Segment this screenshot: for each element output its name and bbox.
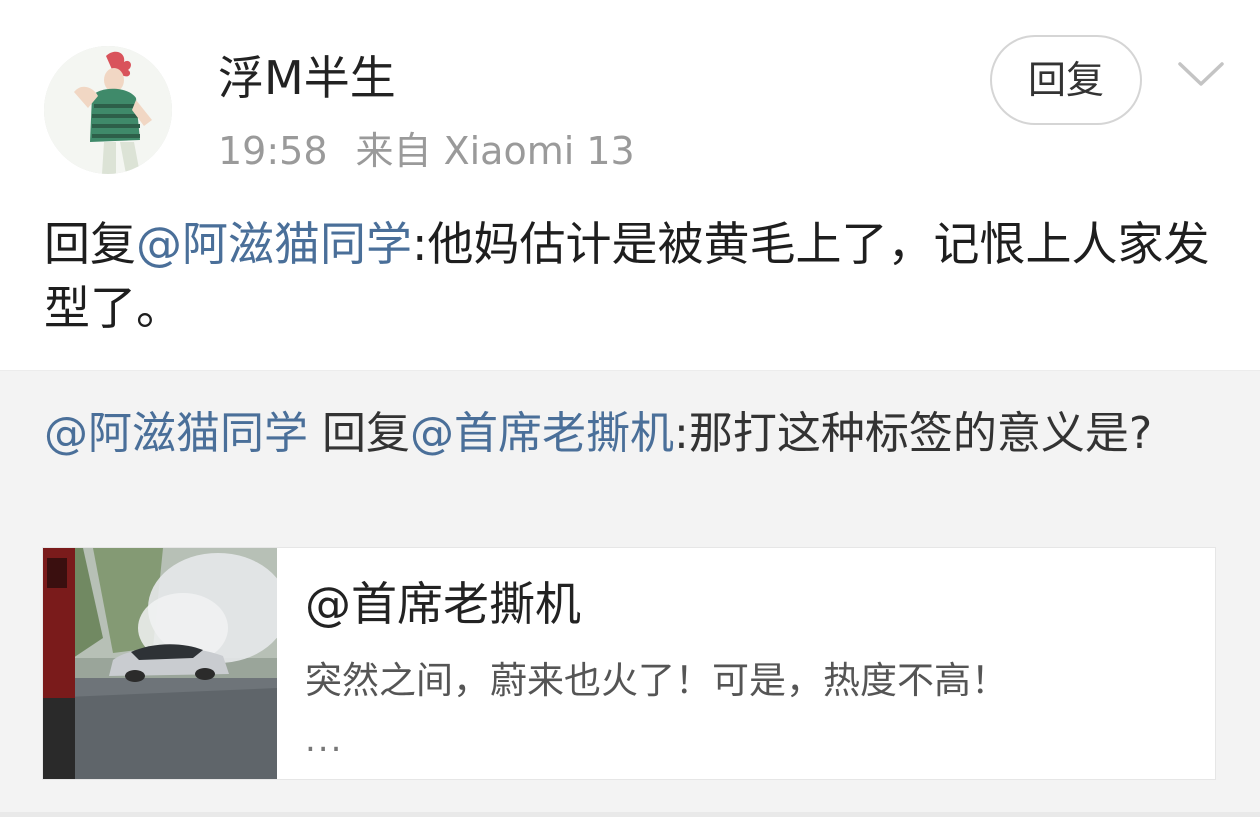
post-source: 来自 Xiaomi 13 xyxy=(355,129,635,173)
username[interactable]: 浮M半生 xyxy=(218,48,396,108)
reply-prefix: 回复 xyxy=(44,217,136,271)
mention-link[interactable]: @阿滋猫同学 xyxy=(136,217,412,271)
linked-post-card[interactable]: @首席老撕机 突然之间，蔚来也火了！可是，热度不高！ ... xyxy=(42,547,1216,780)
car-smoke-image-icon xyxy=(43,548,277,779)
post-time: 19:58 xyxy=(218,129,328,173)
quoted-mention-link[interactable]: @首席老撕机 xyxy=(410,408,674,459)
card-title[interactable]: @首席老撕机 xyxy=(305,574,581,634)
quoted-body: :那打这种标签的意义是? xyxy=(674,408,1153,459)
chevron-down-icon[interactable] xyxy=(1176,56,1226,92)
avatar-character-icon xyxy=(44,46,172,174)
divider xyxy=(0,812,1260,817)
avatar[interactable] xyxy=(44,46,172,174)
quoted-text: @阿滋猫同学 回复@首席老撕机:那打这种标签的意义是? xyxy=(44,403,1224,465)
quoted-post-panel[interactable]: @阿滋猫同学 回复@首席老撕机:那打这种标签的意义是? @首席老撕机 突然之间，… xyxy=(0,370,1260,813)
card-more-indicator: ... xyxy=(305,720,344,760)
quoted-reply-word: 回复 xyxy=(322,408,410,459)
reply-button[interactable]: 回复 xyxy=(990,35,1142,125)
card-description: 突然之间，蔚来也火了！可是，热度不高！ xyxy=(305,659,1008,702)
post-content: 回复@阿滋猫同学:他妈估计是被黄毛上了，记恨上人家发型了。 xyxy=(44,212,1224,340)
card-thumbnail xyxy=(43,548,277,779)
post-meta: 19:58 来自 Xiaomi 13 xyxy=(218,126,635,176)
quoted-author-link[interactable]: @阿滋猫同学 xyxy=(44,408,308,459)
